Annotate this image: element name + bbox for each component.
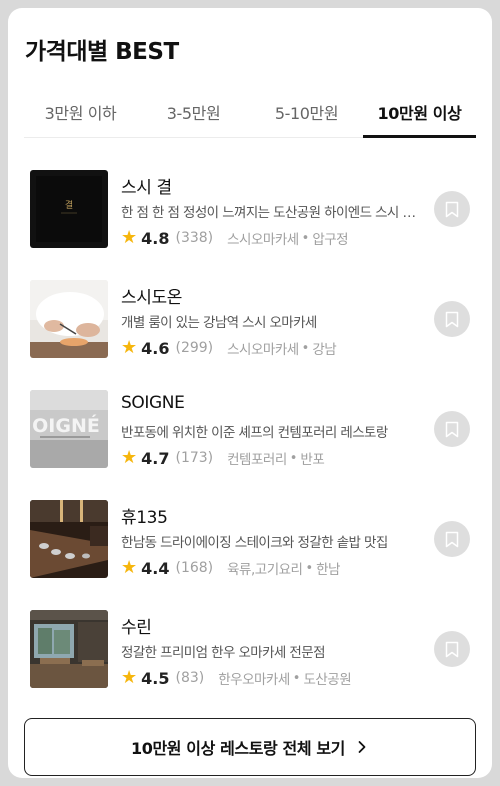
star-icon: ★ bbox=[121, 447, 138, 468]
star-icon: ★ bbox=[121, 337, 138, 358]
location: 강남 bbox=[312, 342, 337, 358]
category: 스시오마카세 bbox=[227, 342, 299, 358]
restaurant-thumbnail: 결 bbox=[30, 170, 108, 248]
section-title: 가격대별 BEST bbox=[25, 39, 179, 65]
rating-value: 4.5 bbox=[141, 668, 170, 688]
review-count: (168) bbox=[175, 560, 214, 576]
restaurant-meta: ★ 4.6 (299) 스시오마카세 • 강남 bbox=[121, 337, 337, 359]
restaurant-name: 수린 bbox=[121, 618, 152, 638]
view-all-button[interactable]: 10만원 이상 레스토랑 전체 보기 bbox=[24, 718, 476, 776]
restaurant-name: 스시도온 bbox=[121, 288, 182, 308]
list-item[interactable]: 수린 정갈한 프리미엄 한우 오마카세 전문점 ★ 4.5 (83) 한우오마카… bbox=[30, 610, 470, 720]
bookmark-icon bbox=[445, 311, 459, 327]
restaurant-description: 개별 룸이 있는 강남역 스시 오마카세 bbox=[121, 315, 317, 331]
tab-50k-100k[interactable]: 5-10만원 bbox=[250, 90, 363, 137]
location: 반포 bbox=[300, 452, 325, 468]
price-best-card: 가격대별 BEST 3만원 이하 3-5만원 5-10만원 10만원 이상 결 … bbox=[8, 8, 492, 778]
rating-value: 4.4 bbox=[141, 558, 170, 578]
star-icon: ★ bbox=[121, 557, 138, 578]
restaurant-description: 한남동 드라이에이징 스테이크와 정갈한 솥밥 맛집 bbox=[121, 535, 388, 551]
restaurant-list: 결 스시 결 한 점 한 점 정성이 느껴지는 도산공원 하이엔드 스시 오마카… bbox=[30, 170, 470, 720]
bookmark-icon bbox=[445, 201, 459, 217]
tab-over-100k[interactable]: 10만원 이상 bbox=[363, 90, 476, 138]
price-tabs: 3만원 이하 3-5만원 5-10만원 10만원 이상 bbox=[24, 90, 476, 138]
separator-dot: • bbox=[301, 230, 310, 246]
restaurant-name: SOIGNE bbox=[121, 393, 185, 413]
bookmark-button[interactable] bbox=[434, 191, 470, 227]
location: 도산공원 bbox=[303, 672, 352, 688]
star-icon: ★ bbox=[121, 667, 138, 688]
bookmark-button[interactable] bbox=[434, 411, 470, 447]
category: 육류,고기요리 bbox=[227, 562, 303, 578]
list-item[interactable]: 스시도온 개별 룸이 있는 강남역 스시 오마카세 ★ 4.6 (299) 스시… bbox=[30, 280, 470, 390]
logo-text: 결 bbox=[65, 200, 73, 211]
rating-value: 4.7 bbox=[141, 448, 170, 468]
review-count: (173) bbox=[175, 450, 214, 466]
rating-value: 4.6 bbox=[141, 338, 170, 358]
tab-30k-50k[interactable]: 3-5만원 bbox=[137, 90, 250, 137]
category: 스시오마카세 bbox=[227, 232, 299, 248]
star-icon: ★ bbox=[121, 227, 138, 248]
logo-text: OIGNÉ bbox=[32, 414, 100, 437]
separator-dot: • bbox=[292, 670, 301, 686]
chevron-right-icon bbox=[358, 741, 366, 753]
location: 한남 bbox=[316, 562, 340, 578]
restaurant-name: 스시 결 bbox=[121, 178, 172, 198]
category: 컨템포러리 bbox=[227, 452, 287, 468]
bookmark-icon bbox=[445, 641, 459, 657]
restaurant-thumbnail bbox=[30, 500, 108, 578]
review-count: (299) bbox=[175, 340, 214, 356]
list-item[interactable]: 결 스시 결 한 점 한 점 정성이 느껴지는 도산공원 하이엔드 스시 오마카… bbox=[30, 170, 470, 280]
restaurant-meta: ★ 4.4 (168) 육류,고기요리 • 한남 bbox=[121, 557, 340, 579]
category: 한우오마카세 bbox=[218, 672, 290, 688]
bookmark-icon bbox=[445, 421, 459, 437]
bookmark-icon bbox=[445, 531, 459, 547]
separator-dot: • bbox=[301, 340, 310, 356]
restaurant-description: 한 점 한 점 정성이 느껴지는 도산공원 하이엔드 스시 오마카세 bbox=[121, 205, 417, 221]
separator-dot: • bbox=[289, 450, 298, 466]
restaurant-thumbnail bbox=[30, 610, 108, 688]
rating-value: 4.8 bbox=[141, 228, 170, 248]
location: 압구정 bbox=[312, 232, 349, 248]
restaurant-thumbnail: OIGNÉ bbox=[30, 390, 108, 468]
restaurant-description: 정갈한 프리미엄 한우 오마카세 전문점 bbox=[121, 645, 325, 661]
review-count: (338) bbox=[175, 230, 214, 246]
list-item[interactable]: 휴135 한남동 드라이에이징 스테이크와 정갈한 솥밥 맛집 ★ 4.4 (1… bbox=[30, 500, 470, 610]
restaurant-description: 반포동에 위치한 이준 셰프의 컨템포러리 레스토랑 bbox=[121, 425, 388, 441]
review-count: (83) bbox=[175, 670, 205, 686]
view-all-label: 10만원 이상 레스토랑 전체 보기 bbox=[131, 739, 345, 758]
bookmark-button[interactable] bbox=[434, 301, 470, 337]
restaurant-meta: ★ 4.8 (338) 스시오마카세 • 압구정 bbox=[121, 227, 349, 249]
separator-dot: • bbox=[305, 560, 314, 576]
restaurant-name: 휴135 bbox=[121, 508, 168, 528]
restaurant-meta: ★ 4.5 (83) 한우오마카세 • 도산공원 bbox=[121, 667, 352, 689]
bookmark-button[interactable] bbox=[434, 631, 470, 667]
bookmark-button[interactable] bbox=[434, 521, 470, 557]
restaurant-thumbnail bbox=[30, 280, 108, 358]
tab-under-30k[interactable]: 3만원 이하 bbox=[24, 90, 137, 137]
restaurant-meta: ★ 4.7 (173) 컨템포러리 • 반포 bbox=[121, 447, 325, 469]
list-item[interactable]: OIGNÉ SOIGNE 반포동에 위치한 이준 셰프의 컨템포러리 레스토랑 … bbox=[30, 390, 470, 500]
